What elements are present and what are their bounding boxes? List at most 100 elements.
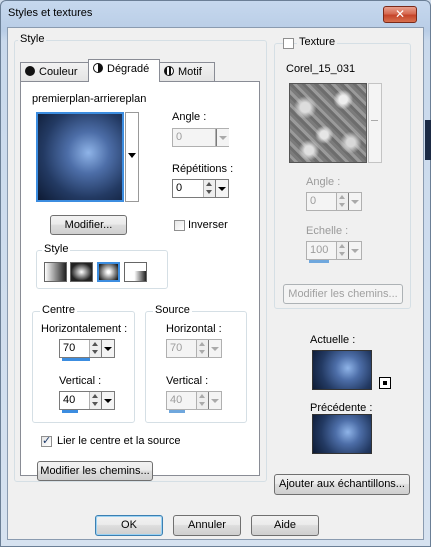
centre-v-stepper[interactable]: 40 [59,391,115,413]
source-v-label: Vertical : [166,375,209,387]
angle-stepper[interactable]: 0 [172,128,229,147]
texture-scale-label: Echelle : [306,225,349,237]
gradient-style-label: Style [42,243,71,255]
grid-circle-icon [164,66,174,76]
help-label: Aide [273,519,297,531]
texture-dropdown-arrow[interactable] [368,83,382,163]
tab-motif-label: Motif [178,66,202,78]
texture-angle-stepper[interactable]: 0 [306,192,362,211]
centre-h-dropdown[interactable] [101,340,114,357]
texture-angle-dropdown[interactable] [348,193,361,210]
chevron-down-icon [128,153,136,158]
centre-v-slider[interactable] [62,410,78,413]
rectangular-style-icon[interactable] [70,262,93,282]
sunburst-style-icon[interactable] [97,262,120,282]
texture-checkbox[interactable] [283,38,294,49]
texture-modify-paths-label: Modifier les chemins... [288,288,398,300]
texture-name: Corel_15_031 [286,63,356,75]
spin-down-icon [92,350,98,354]
spin-up-icon [199,342,205,346]
centre-h-value: 70 [63,342,76,354]
swap-icon-inner [383,381,387,385]
filled-circle-icon [25,66,35,76]
radial-corner-style-icon[interactable] [124,262,147,282]
linear-style-icon[interactable] [44,262,67,282]
modify-paths-button[interactable]: Modifier les chemins... [37,461,153,481]
source-v-slider[interactable] [169,410,185,413]
angle-value: 0 [176,131,183,143]
texture-scale-dropdown[interactable] [348,242,361,259]
gradient-name: premierplan-arriereplan [32,93,147,105]
source-v-stepper[interactable]: 40 [166,391,222,413]
spin-up-icon [339,195,345,199]
source-h-label: Horizontal : [166,323,222,335]
tab-degrade-label: Dégradé [107,63,150,75]
style-group-label: Style [18,33,47,45]
tab-motif[interactable]: Motif [159,62,215,82]
close-icon: ✕ [394,7,406,21]
texture-scale-value: 100 [310,244,329,256]
source-h-dropdown[interactable] [208,340,221,357]
centre-v-label: Vertical : [59,375,102,387]
spin-up-icon [199,394,205,398]
repetitions-dropdown[interactable] [215,180,228,197]
tab-couleur-label: Couleur [39,66,78,78]
half-circle-icon [93,63,103,73]
texture-preview[interactable] [289,83,367,163]
texture-scale-slider[interactable] [309,260,329,263]
texture-scale-stepper[interactable]: 100 [306,241,362,263]
spin-down-icon [92,402,98,406]
centre-v-dropdown[interactable] [101,392,114,409]
current-swatch [312,350,372,390]
centre-v-value: 40 [63,394,76,406]
cancel-button[interactable]: Annuler [173,515,241,536]
link-centre-source-checkbox[interactable] [41,434,52,447]
gradient-preview[interactable] [36,112,124,202]
help-button[interactable]: Aide [251,515,319,536]
ok-button[interactable]: OK [95,515,163,536]
spin-down-icon [199,350,205,354]
source-label: Source [153,304,192,316]
texture-modify-paths-button[interactable]: Modifier les chemins... [283,284,403,304]
invert-checkbox[interactable] [174,220,185,231]
modify-gradient-label: Modifier... [64,219,113,231]
modify-gradient-button[interactable]: Modifier... [50,215,127,235]
gradient-dropdown-arrow[interactable] [125,112,139,202]
spin-down-icon [206,190,212,194]
chevron-down-icon [371,120,378,121]
dialog-client: Style Couleur Dégradé Motif premierplan-… [7,27,424,540]
spin-up-icon [92,342,98,346]
spin-down-icon [199,402,205,406]
repetitions-stepper[interactable]: 0 [172,179,229,198]
modify-paths-label: Modifier les chemins... [40,465,150,477]
spin-up-icon [92,394,98,398]
close-button[interactable]: ✕ [383,6,417,23]
add-to-swatches-button[interactable]: Ajouter aux échantillons... [274,474,410,495]
source-h-stepper[interactable]: 70 [166,339,222,358]
current-label: Actuelle : [310,334,356,346]
texture-angle-label: Angle : [306,176,341,188]
spin-up-icon [339,244,345,248]
previous-swatch[interactable] [312,414,372,454]
tab-degrade[interactable]: Dégradé [88,59,160,82]
centre-h-stepper[interactable]: 70 [59,339,115,361]
cancel-label: Annuler [188,519,226,531]
angle-dropdown[interactable] [216,129,229,146]
source-v-value: 40 [170,394,183,406]
centre-h-slider[interactable] [62,358,90,361]
spin-down-icon [339,252,345,256]
repetitions-label: Répétitions : [172,163,234,175]
spin-down-icon [339,203,345,207]
ok-label: OK [121,519,137,531]
source-v-dropdown[interactable] [208,392,221,409]
repetitions-value: 0 [176,182,183,194]
title-bar[interactable]: Styles et textures ✕ [0,0,431,26]
tab-couleur[interactable]: Couleur [20,62,89,82]
link-centre-source-label: Lier le centre et la source [57,435,181,447]
previous-label: Précédente : [310,402,373,414]
centre-h-label: Horizontalement : [41,323,128,335]
window-title: Styles et textures [8,7,93,19]
invert-label: Inverser [188,219,228,231]
texture-angle-value: 0 [310,195,317,207]
swap-icon[interactable] [379,377,391,389]
